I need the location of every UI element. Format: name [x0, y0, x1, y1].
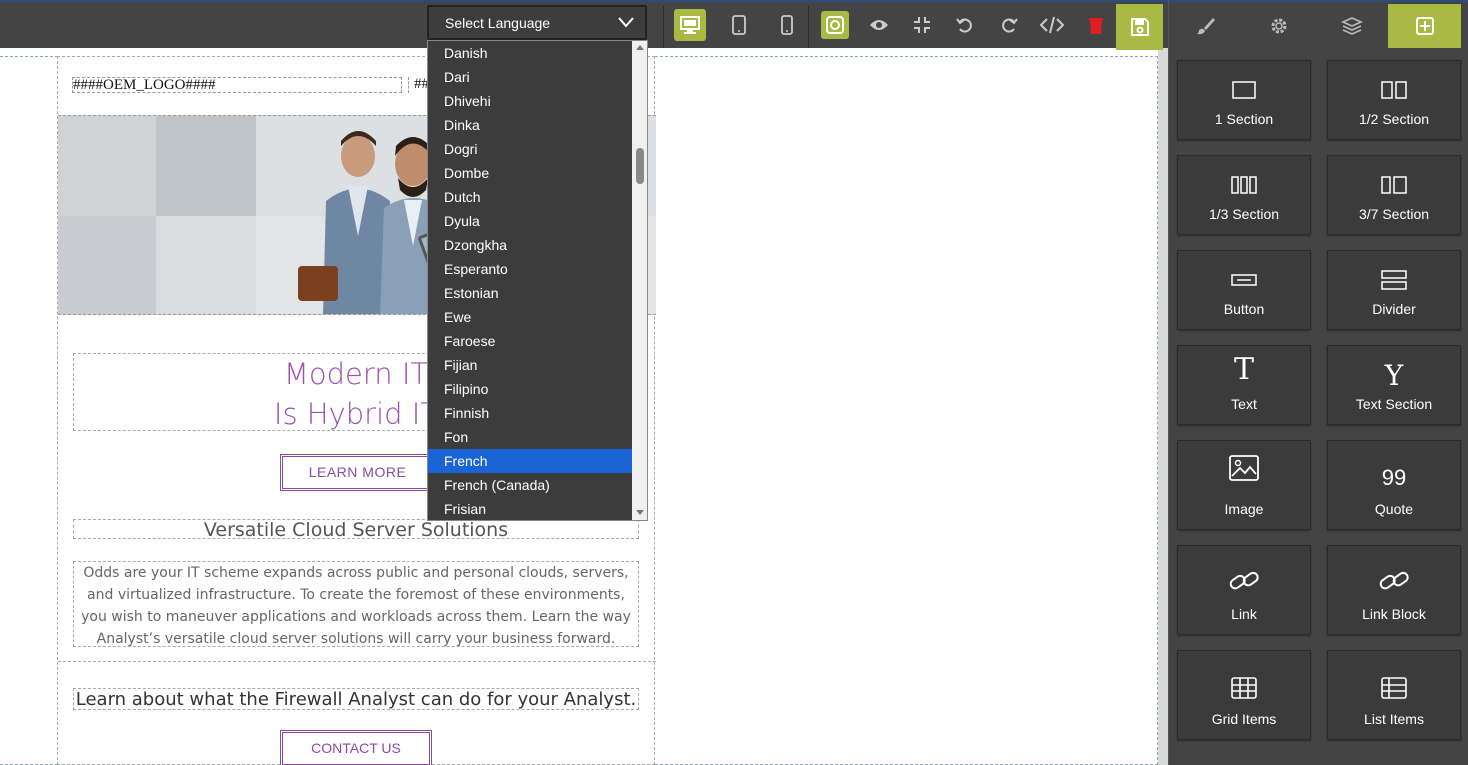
- language-dropdown-list[interactable]: Danish Dari Dhivehi Dinka Dogri Dombe Dutch Dyu…: [427, 40, 648, 521]
- learn-about-text[interactable]: Learn about what the Firewall Analyst ca…: [73, 688, 639, 710]
- add-block-icon[interactable]: [1388, 4, 1461, 48]
- language-option[interactable]: Filipino: [428, 377, 632, 401]
- block-list-items[interactable]: List Items: [1327, 650, 1461, 740]
- brush-icon[interactable]: [1169, 4, 1242, 48]
- three-seven-section-icon: [1328, 170, 1460, 200]
- third-section-icon: [1178, 170, 1310, 200]
- list-icon: [1328, 673, 1460, 703]
- language-option[interactable]: Dutch: [428, 185, 632, 209]
- block-link-block[interactable]: Link Block: [1327, 545, 1461, 635]
- language-option[interactable]: French: [428, 449, 632, 473]
- body-paragraph[interactable]: Odds are your IT scheme expands across p…: [73, 561, 639, 647]
- scroll-up-icon[interactable]: [636, 45, 644, 50]
- section-divider: [58, 661, 656, 662]
- layers-icon[interactable]: [1315, 4, 1388, 48]
- block-image[interactable]: Image: [1177, 440, 1311, 530]
- learn-more-button[interactable]: LEARN MORE: [280, 454, 435, 491]
- tablet-icon[interactable]: [723, 9, 755, 41]
- gear-icon[interactable]: [1242, 4, 1315, 48]
- language-option[interactable]: French (Canada): [428, 473, 632, 497]
- language-option[interactable]: Dyula: [428, 209, 632, 233]
- oem-logo-placeholder[interactable]: ####OEM_LOGO####: [72, 77, 402, 93]
- canvas-scrollbar[interactable]: [1158, 48, 1168, 765]
- outline-icon[interactable]: [821, 11, 849, 39]
- scroll-thumb[interactable]: [636, 148, 644, 184]
- button-block-icon: [1178, 265, 1310, 295]
- text-section-icon: Y: [1384, 358, 1404, 392]
- fullscreen-exit-icon[interactable]: [906, 9, 938, 41]
- block-divider[interactable]: Divider: [1327, 250, 1461, 330]
- block-1-section[interactable]: 1 Section: [1177, 60, 1311, 140]
- contact-us-button[interactable]: CONTACT US: [280, 730, 432, 765]
- block-three-seven-section[interactable]: 3/7 Section: [1327, 155, 1461, 235]
- block-third-section[interactable]: 1/3 Section: [1177, 155, 1311, 235]
- half-section-icon: [1328, 75, 1460, 105]
- link-block-icon: [1328, 566, 1460, 596]
- language-option[interactable]: Dhivehi: [428, 89, 632, 113]
- block-button[interactable]: Button: [1177, 250, 1311, 330]
- trash-icon[interactable]: [1080, 9, 1112, 41]
- block-link[interactable]: Link: [1177, 545, 1311, 635]
- subheading-text[interactable]: Versatile Cloud Server Solutions: [73, 519, 639, 540]
- language-option[interactable]: Fon: [428, 425, 632, 449]
- language-option[interactable]: Dari: [428, 65, 632, 89]
- scroll-down-icon[interactable]: [636, 510, 644, 515]
- language-option[interactable]: Ewe: [428, 305, 632, 329]
- language-option[interactable]: Esperanto: [428, 257, 632, 281]
- block-quote[interactable]: 99 Quote: [1327, 440, 1461, 530]
- blocks-panel: 1 Section 1/2 Section 1/3 Section 3/7 Se…: [1168, 0, 1468, 765]
- divider-block-icon: [1328, 265, 1460, 295]
- language-option[interactable]: Dinka: [428, 113, 632, 137]
- desktop-icon[interactable]: [674, 9, 706, 41]
- language-option[interactable]: Dombe: [428, 161, 632, 185]
- language-select-label: Select Language: [445, 14, 551, 31]
- block-half-section[interactable]: 1/2 Section: [1327, 60, 1461, 140]
- code-icon[interactable]: [1036, 9, 1068, 41]
- language-option[interactable]: Faroese: [428, 329, 632, 353]
- panel-tabs: [1169, 0, 1468, 48]
- language-option[interactable]: Danish: [428, 41, 632, 65]
- redo-icon[interactable]: [993, 9, 1025, 41]
- grid-icon: [1178, 673, 1310, 703]
- preview-icon[interactable]: [863, 9, 895, 41]
- image-icon: [1178, 453, 1310, 483]
- language-option[interactable]: Fijian: [428, 353, 632, 377]
- language-select[interactable]: Select Language: [427, 5, 647, 40]
- chevron-down-icon: [618, 17, 634, 28]
- text-block-icon: T: [1233, 351, 1254, 387]
- block-grid-items[interactable]: Grid Items: [1177, 650, 1311, 740]
- mobile-icon[interactable]: [771, 9, 803, 41]
- undo-icon[interactable]: [949, 9, 981, 41]
- language-option[interactable]: Frisian: [428, 497, 632, 520]
- block-text[interactable]: T Text: [1177, 345, 1311, 425]
- language-option[interactable]: Dzongkha: [428, 233, 632, 257]
- link-icon: [1178, 566, 1310, 596]
- quote-icon: 99: [1381, 465, 1407, 490]
- language-option[interactable]: Estonian: [428, 281, 632, 305]
- language-option[interactable]: Dogri: [428, 137, 632, 161]
- dropdown-scrollbar[interactable]: [632, 41, 647, 520]
- language-option[interactable]: Finnish: [428, 401, 632, 425]
- block-text-section[interactable]: Y Text Section: [1327, 345, 1461, 425]
- one-section-icon: [1178, 75, 1310, 105]
- save-icon[interactable]: [1116, 4, 1163, 50]
